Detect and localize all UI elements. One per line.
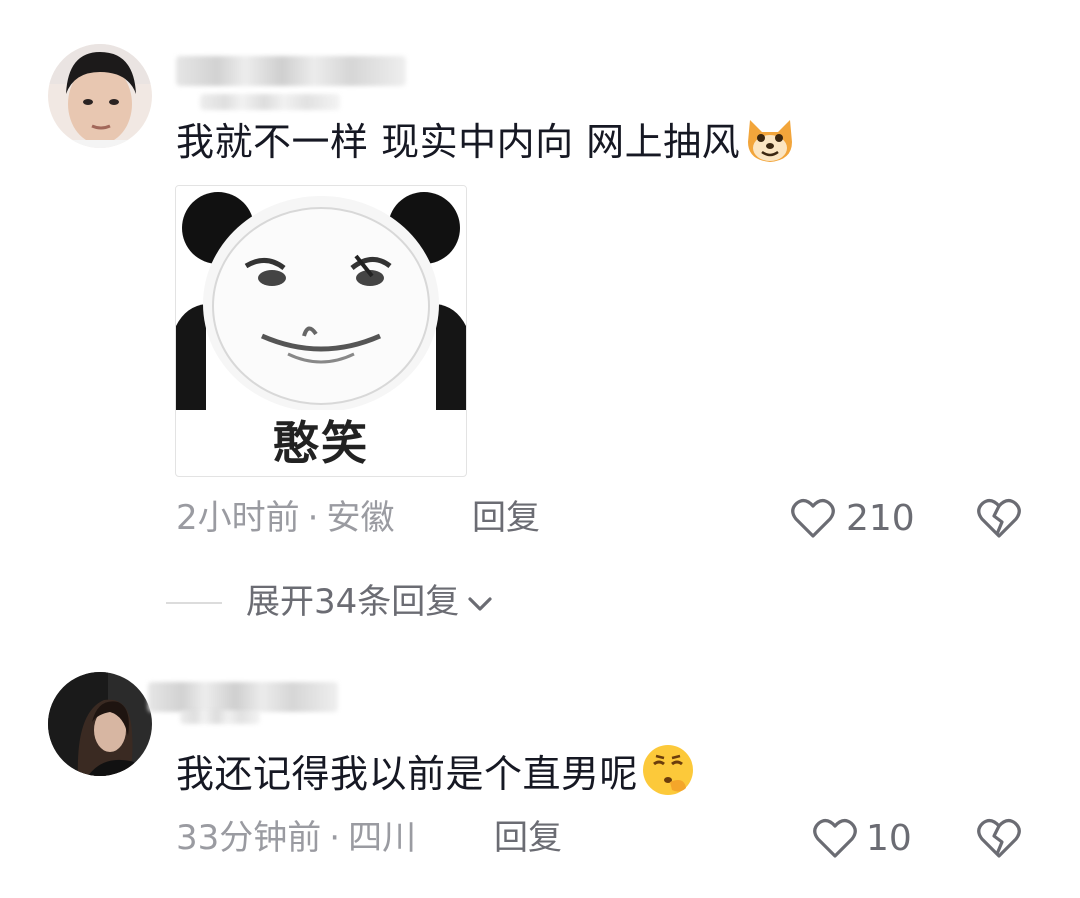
like-count: 10 — [866, 818, 912, 859]
timestamp: 2小时前 — [176, 498, 300, 538]
username-blurred[interactable] — [176, 56, 406, 86]
chevron-down-icon — [459, 582, 495, 622]
comment-item: 我还记得我以前是个直男呢 33分钟前 · 四川 回复 10 — [0, 640, 1080, 898]
comment-text-content: 我就不一样 现实中内向 网上抽风 — [176, 120, 741, 164]
username-blurred[interactable] — [148, 682, 338, 712]
expand-replies-label: 展开34条回复 — [246, 582, 460, 622]
comment-meta: 2小时前 · 安徽 — [176, 496, 394, 540]
heart-outline-icon[interactable] — [812, 816, 858, 862]
heart-outline-icon[interactable] — [790, 496, 836, 542]
separator: · — [329, 818, 341, 858]
smirk-face-emoji-icon — [640, 742, 696, 811]
timestamp: 33分钟前 — [176, 818, 322, 858]
reply-button[interactable]: 回复 — [472, 496, 540, 540]
text-blur-patch — [200, 94, 340, 110]
avatar[interactable] — [48, 44, 152, 148]
comment-text: 我就不一样 现实中内向 网上抽风 — [176, 110, 798, 179]
expand-replies-button[interactable]: 展开34条回复 — [246, 580, 495, 624]
broken-heart-icon[interactable] — [976, 816, 1022, 862]
separator: · — [307, 498, 319, 538]
doge-emoji-icon — [742, 110, 798, 179]
comment-text-content: 我还记得我以前是个直男呢 — [176, 752, 639, 796]
comment-meta: 33分钟前 · 四川 — [176, 816, 416, 860]
comment-text: 我还记得我以前是个直男呢 — [176, 742, 696, 811]
sticker-image[interactable]: 憨笑 — [175, 185, 467, 477]
location: 四川 — [348, 818, 417, 858]
location: 安徽 — [326, 498, 395, 538]
reply-button[interactable]: 回复 — [494, 816, 562, 860]
divider-line — [166, 602, 222, 604]
broken-heart-icon[interactable] — [976, 496, 1022, 542]
avatar[interactable] — [48, 672, 152, 776]
comment-item: 我就不一样 现实中内向 网上抽风 憨笑 2小时前 · 安徽 回复 210 — [0, 0, 1080, 560]
sticker-caption: 憨笑 — [273, 416, 369, 470]
like-count: 210 — [846, 498, 915, 539]
text-blur-patch — [180, 710, 260, 724]
